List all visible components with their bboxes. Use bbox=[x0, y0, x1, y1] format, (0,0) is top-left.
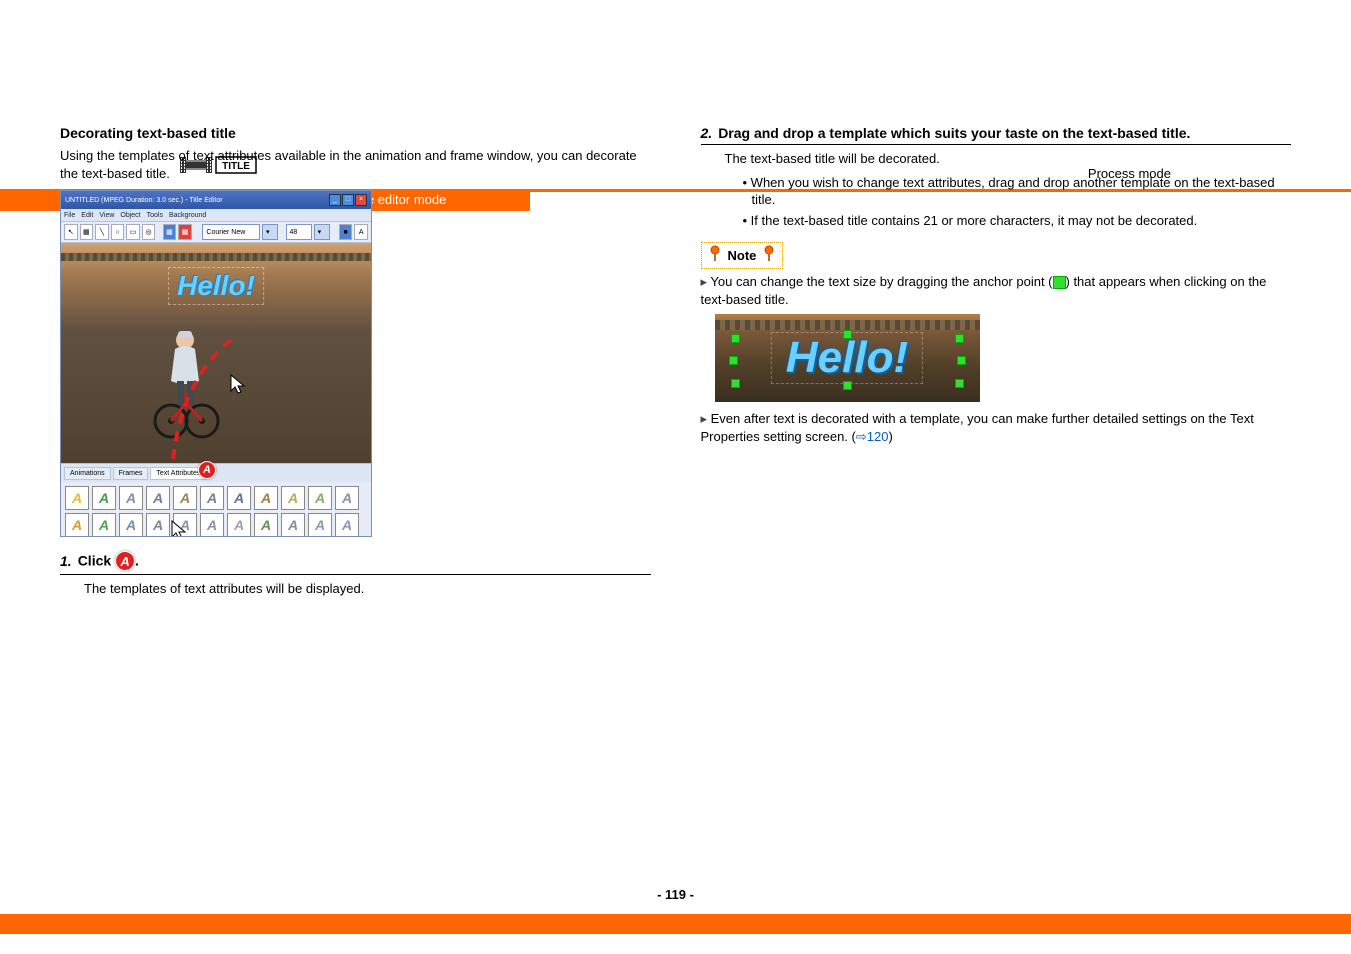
step-2-title: Drag and drop a template which suits you… bbox=[718, 125, 1190, 141]
marker-a-icon: A bbox=[115, 551, 135, 571]
step-2-number: 2. bbox=[701, 125, 713, 141]
maximize-icon: □ bbox=[342, 194, 354, 206]
photo-child-on-bike bbox=[145, 323, 225, 446]
marker-a-icon: A bbox=[198, 461, 216, 479]
toolbar: ↖ ▦ ╲ ○ ▭ ◎ ▦ ▦ Courier New ▾ 48 ▾ ■ bbox=[61, 222, 371, 243]
step-1-title: Click A. bbox=[78, 551, 139, 571]
tool-color1: ▦ bbox=[163, 224, 177, 240]
tool-oval: ○ bbox=[111, 224, 125, 240]
section-heading: Decorating text-based title bbox=[60, 125, 651, 141]
tab-frames: Frames bbox=[113, 467, 149, 480]
note-heading: Note bbox=[701, 242, 784, 269]
hello-preview: Hello! bbox=[715, 314, 980, 402]
menubar: File Edit View Object Tools Background bbox=[61, 209, 371, 222]
tool-fill: ■ bbox=[339, 224, 353, 240]
title-editor-screenshot: UNTITLED (MPEG Duration: 3.0 sec.) - Tit… bbox=[60, 190, 372, 537]
step-1-body: The templates of text attributes will be… bbox=[84, 580, 651, 598]
preview-title-text: Hello! bbox=[771, 332, 923, 384]
window-controls: _□× bbox=[328, 194, 367, 206]
tool-line: ╲ bbox=[95, 224, 109, 240]
canvas: Hello! bbox=[61, 243, 371, 463]
tool-pointer: ↖ bbox=[64, 224, 78, 240]
tool-rrect: ◎ bbox=[142, 224, 156, 240]
minimize-icon: _ bbox=[329, 194, 341, 206]
step-2-line: The text-based title will be decorated. bbox=[725, 150, 1292, 168]
page-link[interactable]: 120 bbox=[867, 429, 889, 444]
step-2-bullet: If the text-based title contains 21 or m… bbox=[743, 212, 1292, 230]
intro-text: Using the templates of text attributes a… bbox=[60, 147, 651, 182]
cursor-icon bbox=[229, 373, 247, 395]
tool-text: A bbox=[354, 224, 368, 240]
divider bbox=[60, 574, 651, 575]
tab-animations: Animations bbox=[64, 467, 111, 480]
divider bbox=[701, 144, 1292, 145]
font-select: Courier New bbox=[202, 224, 260, 240]
tool-image: ▦ bbox=[80, 224, 94, 240]
footer-bar bbox=[0, 914, 1351, 934]
cursor-icon bbox=[170, 519, 188, 537]
close-icon: × bbox=[355, 194, 367, 206]
window-title: UNTITLED (MPEG Duration: 3.0 sec.) - Tit… bbox=[65, 197, 223, 204]
bottom-tabs: Animations Frames Text Attributes A bbox=[61, 463, 371, 482]
anchor-point-icon bbox=[1053, 276, 1066, 289]
page-number: - 119 - bbox=[657, 887, 694, 902]
note-item: You can change the text size by dragging… bbox=[701, 273, 1292, 308]
tool-rect: ▭ bbox=[126, 224, 140, 240]
text-attribute-templates: A A A A A A A A A A A A A A A A A bbox=[61, 482, 371, 537]
link-arrow-icon: ⇨ bbox=[856, 429, 867, 444]
note-item: Even after text is decorated with a temp… bbox=[701, 410, 1292, 445]
pushpin-icon bbox=[762, 245, 776, 266]
size-select: 48 bbox=[286, 224, 312, 240]
canvas-title-text: Hello! bbox=[168, 267, 264, 305]
tool-color2: ▦ bbox=[178, 224, 192, 240]
pushpin-icon bbox=[708, 245, 722, 266]
step-2-bullet: When you wish to change text attributes,… bbox=[743, 174, 1292, 209]
step-1-number: 1. bbox=[60, 553, 72, 569]
